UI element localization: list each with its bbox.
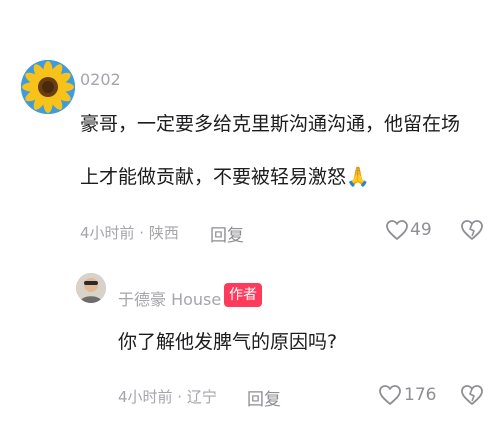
heart-outline-icon[interactable] xyxy=(385,219,409,241)
heart-outline-icon[interactable] xyxy=(378,384,402,406)
broken-heart-icon[interactable] xyxy=(460,219,484,241)
comment-username[interactable]: 0202 xyxy=(80,70,121,89)
comment-meta: 4小时前 · 陕西 xyxy=(80,224,179,242)
author-badge: 作者 xyxy=(224,283,262,307)
reply-username[interactable]: 于德豪 House xyxy=(118,286,221,310)
like-count: 49 xyxy=(410,220,432,240)
comment-text-line-1: 豪哥，一定要多给克里斯沟通沟通，他留在场 xyxy=(80,113,461,135)
reply-text: 你了解他发脾气的原因吗? xyxy=(118,331,338,353)
reply-button[interactable]: 回复 xyxy=(210,221,244,246)
reply-avatar[interactable] xyxy=(76,273,106,303)
reply-meta: 4小时前 · 辽宁 xyxy=(118,388,217,406)
pray-emoji: 🙏 xyxy=(346,166,370,188)
person-avatar-image xyxy=(76,273,106,303)
reply-like-count: 176 xyxy=(404,385,437,405)
avatar[interactable] xyxy=(21,60,75,114)
reply-reply-button[interactable]: 回复 xyxy=(247,385,281,410)
comment-text-line-2: 上才能做贡献，不要被轻易激怒 xyxy=(80,166,347,188)
sunflower-avatar-image xyxy=(21,60,75,114)
broken-heart-icon[interactable] xyxy=(460,384,484,406)
